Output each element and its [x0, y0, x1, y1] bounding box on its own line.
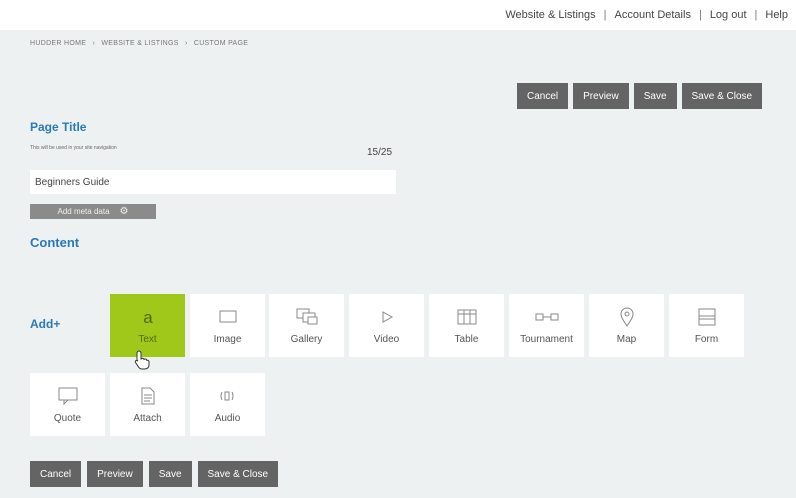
block-label: Audio	[214, 413, 241, 424]
save-button[interactable]: Save	[148, 461, 192, 487]
breadcrumb-separator: ›	[184, 40, 188, 47]
add-attach-block[interactable]: Attach	[110, 373, 185, 436]
add-text-block[interactable]: a Text	[110, 294, 185, 357]
block-label: Map	[616, 334, 637, 345]
gallery-icon	[296, 306, 318, 328]
content-heading: Content	[30, 235, 80, 250]
block-label: Tournament	[520, 334, 573, 345]
block-label: Text	[138, 334, 157, 345]
block-label: Gallery	[290, 334, 323, 345]
breadcrumb-website-listings[interactable]: WEBSITE & LISTINGS	[101, 40, 178, 47]
tournament-icon	[535, 306, 559, 328]
svg-text:a: a	[143, 308, 153, 327]
save-button[interactable]: Save	[633, 83, 677, 109]
nav-separator: |	[698, 9, 702, 21]
map-pin-icon	[619, 306, 634, 328]
quote-icon	[58, 385, 78, 407]
block-label: Video	[373, 334, 400, 345]
cancel-button[interactable]: Cancel	[30, 461, 82, 487]
add-quote-block[interactable]: Quote	[30, 373, 105, 436]
add-audio-block[interactable]: Audio	[190, 373, 265, 436]
gear-icon: ⚙	[119, 205, 129, 217]
page-title-heading: Page Title	[30, 120, 87, 134]
nav-separator: |	[754, 9, 758, 21]
add-meta-data-button[interactable]: Add meta data ⚙	[30, 204, 156, 219]
cancel-button[interactable]: Cancel	[517, 83, 569, 109]
nav-log-out[interactable]: Log out	[710, 9, 747, 21]
nav-website-listings[interactable]: Website & Listings	[505, 9, 595, 21]
block-label: Attach	[133, 413, 162, 424]
breadcrumb: HUDDER HOME › WEBSITE & LISTINGS › CUSTO…	[30, 40, 248, 47]
hand-cursor-icon	[134, 350, 150, 375]
add-tournament-block[interactable]: Tournament	[509, 294, 584, 357]
save-close-button[interactable]: Save & Close	[197, 461, 279, 487]
form-icon	[698, 306, 716, 328]
page-title-help-text: This will be used in your site navigatio…	[30, 145, 117, 151]
add-label: Add+	[30, 317, 61, 331]
breadcrumb-custom-page: CUSTOM PAGE	[193, 40, 249, 47]
add-gallery-block[interactable]: Gallery	[269, 294, 344, 357]
video-play-icon	[380, 306, 394, 328]
block-label: Table	[454, 334, 479, 345]
add-video-block[interactable]: Video	[349, 294, 424, 357]
top-action-bar: Cancel Preview Save Save & Close	[517, 83, 763, 109]
text-icon: a	[139, 306, 157, 328]
character-count: 15/25	[367, 147, 393, 158]
attach-icon	[141, 385, 155, 407]
add-image-block[interactable]: Image	[190, 294, 265, 357]
breadcrumb-home[interactable]: HUDDER HOME	[30, 40, 86, 47]
add-form-block[interactable]: Form	[669, 294, 744, 357]
preview-button[interactable]: Preview	[573, 83, 629, 109]
preview-button[interactable]: Preview	[87, 461, 143, 487]
block-label: Image	[213, 334, 242, 345]
nav-separator: |	[603, 9, 607, 21]
add-map-block[interactable]: Map	[589, 294, 664, 357]
table-icon	[457, 306, 477, 328]
add-table-block[interactable]: Table	[429, 294, 504, 357]
breadcrumb-separator: ›	[92, 40, 96, 47]
top-navigation: Website & Listings | Account Details | L…	[0, 0, 796, 30]
block-label: Form	[694, 334, 719, 345]
image-icon	[219, 306, 237, 328]
bottom-action-bar: Cancel Preview Save Save & Close	[30, 461, 279, 487]
audio-icon	[218, 385, 238, 407]
page-title-input[interactable]	[30, 170, 396, 194]
save-close-button[interactable]: Save & Close	[681, 83, 763, 109]
nav-account-details[interactable]: Account Details	[615, 9, 691, 21]
nav-help[interactable]: Help	[765, 9, 788, 21]
add-meta-data-label: Add meta data	[57, 207, 110, 216]
block-label: Quote	[53, 413, 82, 424]
